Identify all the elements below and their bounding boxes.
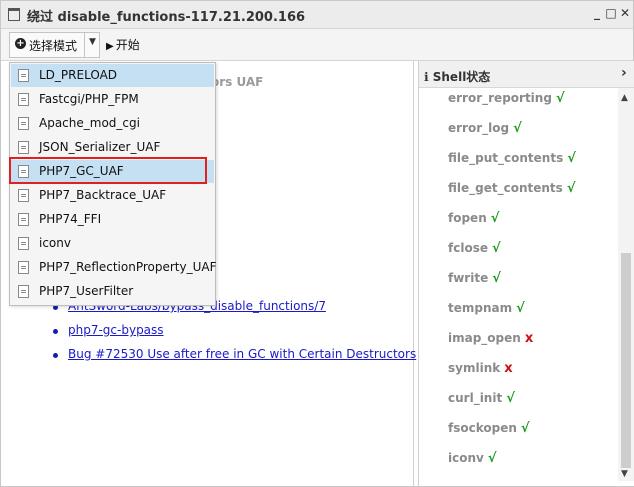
- file-icon: [18, 141, 29, 154]
- menu-item[interactable]: PHP7_UserFilter: [11, 280, 214, 303]
- menu-item[interactable]: PHP7_Backtrace_UAF: [11, 184, 214, 207]
- file-icon: [18, 189, 29, 202]
- check-icon: √: [492, 271, 501, 286]
- check-icon: √: [490, 211, 500, 226]
- info-icon: ℹ: [424, 70, 433, 84]
- file-icon: [18, 285, 29, 298]
- function-item: tempnam √: [448, 301, 525, 316]
- file-icon: [18, 93, 29, 106]
- vertical-scrollbar[interactable]: ▲ ▼: [618, 88, 634, 481]
- scrollbar-thumb[interactable]: [621, 253, 631, 468]
- close-icon[interactable]: ✕: [618, 6, 632, 20]
- check-icon: √: [516, 301, 525, 316]
- check-icon: √: [491, 241, 501, 256]
- toolbar: + 选择模式 ▼ ▶ 开始: [1, 29, 633, 61]
- chevron-down-icon[interactable]: ▼: [89, 37, 96, 47]
- menu-item[interactable]: Apache_mod_cgi: [11, 112, 214, 135]
- select-mode-label: 选择模式: [29, 39, 78, 53]
- start-button[interactable]: ▶ 开始: [106, 36, 140, 53]
- check-icon: √: [506, 391, 515, 406]
- function-item: fwrite √: [448, 271, 501, 286]
- mode-dropdown-menu: LD_PRELOAD Fastcgi/PHP_FPM Apache_mod_cg…: [9, 62, 217, 306]
- start-label: 开始: [115, 38, 140, 52]
- maximize-icon[interactable]: □: [604, 6, 618, 20]
- app-window: 绕过 disable_functions-117.21.200.166 _ □ …: [0, 0, 634, 487]
- function-list: error_reporting √ error_log √ file_put_con…: [419, 88, 617, 481]
- menu-item[interactable]: iconv: [11, 232, 214, 255]
- select-mode-button[interactable]: + 选择模式 ▼: [9, 32, 100, 58]
- description-text: ors UAF: [211, 75, 264, 89]
- selection-highlight-box: [9, 157, 207, 184]
- panel-header: ℹ Shell状态 ›: [419, 61, 634, 88]
- title-bar: 绕过 disable_functions-117.21.200.166 _ □ …: [1, 1, 633, 29]
- function-item: fclose √: [448, 241, 501, 256]
- check-icon: √: [513, 121, 522, 136]
- file-icon: [18, 261, 29, 274]
- window-title: 绕过 disable_functions-117.21.200.166: [27, 10, 306, 25]
- cross-icon: x: [524, 331, 534, 346]
- file-icon: [18, 117, 29, 130]
- check-icon: √: [555, 91, 565, 106]
- function-item: curl_init √: [448, 391, 515, 406]
- file-icon: [18, 69, 29, 82]
- function-item: fsockopen √: [448, 421, 530, 436]
- menu-item[interactable]: Fastcgi/PHP_FPM: [11, 88, 214, 111]
- plus-circle-icon: +: [15, 38, 26, 49]
- file-icon: [18, 237, 29, 250]
- panel-title: ℹ Shell状态: [424, 70, 491, 84]
- check-icon: √: [567, 151, 576, 166]
- function-item: imap_open x: [448, 331, 534, 346]
- function-item: error_reporting √: [448, 91, 565, 106]
- menu-item[interactable]: JSON_Serializer_UAF: [11, 136, 214, 159]
- function-item: error_log √: [448, 121, 522, 136]
- menu-item[interactable]: PHP7_ReflectionProperty_UAF: [11, 256, 217, 279]
- check-icon: √: [566, 181, 576, 196]
- chevron-right-icon[interactable]: ›: [621, 65, 627, 81]
- file-icon: [18, 213, 29, 226]
- function-item: iconv √: [448, 451, 497, 466]
- function-item: symlink x: [448, 361, 513, 376]
- reference-link[interactable]: php7-gc-bypass: [68, 323, 164, 337]
- cross-icon: x: [504, 361, 513, 376]
- window-icon: [8, 8, 20, 21]
- minimize-icon[interactable]: _: [590, 6, 604, 20]
- menu-item[interactable]: LD_PRELOAD: [11, 64, 214, 87]
- play-icon: ▶: [106, 41, 114, 52]
- function-item: file_put_contents √: [448, 151, 576, 166]
- check-icon: √: [520, 421, 530, 436]
- check-icon: √: [487, 451, 497, 466]
- function-item: file_get_contents √: [448, 181, 576, 196]
- shell-status-panel: ℹ Shell状态 › error_reporting √ error_log √ …: [418, 61, 634, 486]
- function-item: fopen √: [448, 211, 500, 226]
- scroll-up-icon[interactable]: ▲: [621, 93, 628, 103]
- reference-link[interactable]: Bug #72530 Use after free in GC with Cer…: [68, 347, 416, 361]
- scroll-down-icon[interactable]: ▼: [621, 469, 628, 479]
- menu-item[interactable]: PHP74_FFI: [11, 208, 214, 231]
